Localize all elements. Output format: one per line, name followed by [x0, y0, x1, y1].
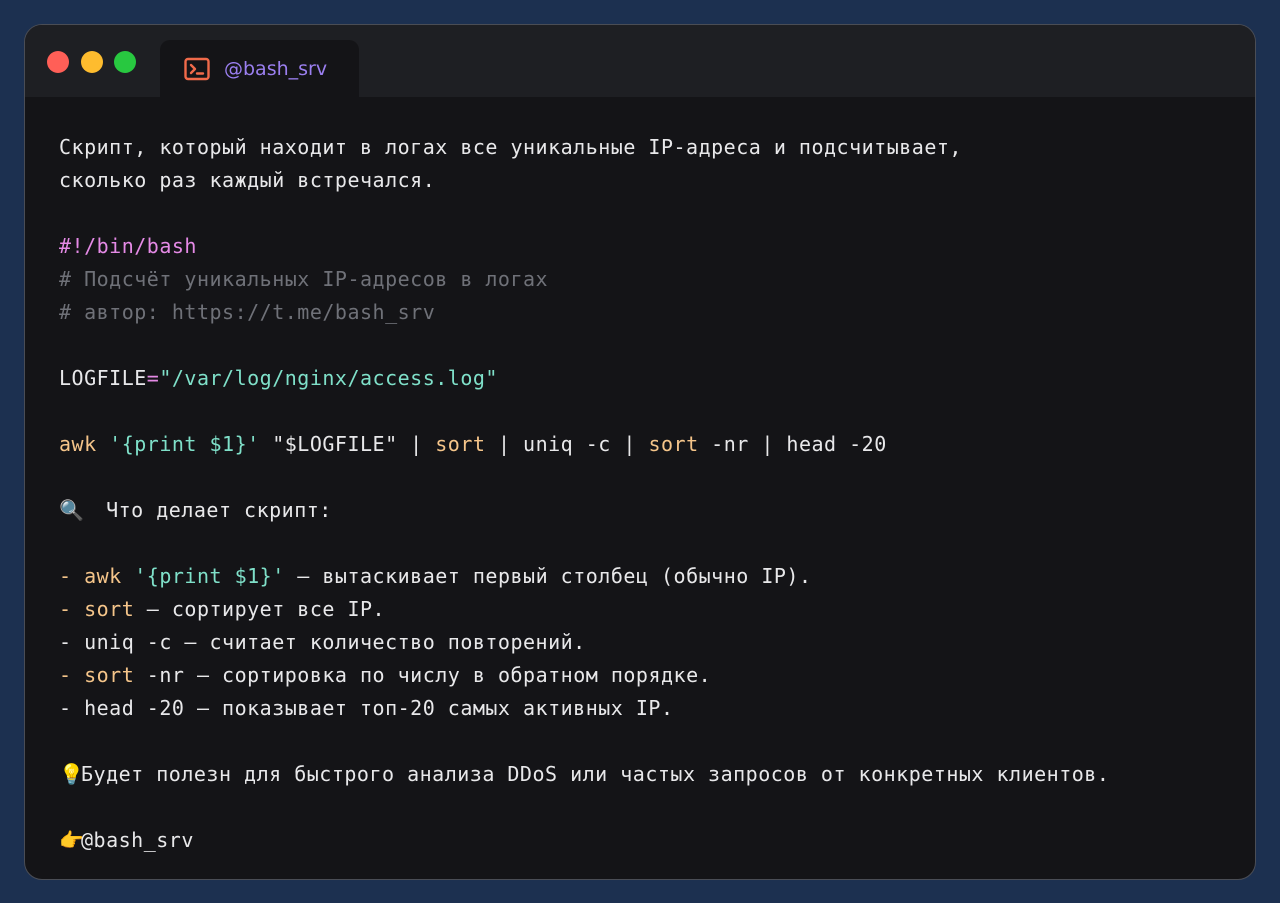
terminal-icon — [184, 57, 210, 81]
maximize-window-button[interactable] — [114, 51, 136, 73]
cmd-awk-arg: '{print $1}' — [96, 432, 260, 456]
bullet-awk-text: — вытаскивает первый столбец (обычно IP)… — [284, 564, 812, 588]
bullet-awk-cmd: awk — [84, 564, 122, 588]
bullet-uniq: - uniq -c — считает количество повторени… — [59, 630, 586, 654]
bullet-sort-nr-text: -nr — сортировка по числу в обратном пор… — [134, 663, 712, 687]
what-heading-line: 🔍 Что делает скрипт: — [59, 494, 1255, 527]
cmd-uniq: | uniq -c | — [485, 432, 649, 456]
tip-text: Будет полезн для быстрого анализа DDoS и… — [81, 762, 1110, 786]
magnifier-icon: 🔍 — [59, 498, 85, 522]
bullet-sort-cmd: sort — [84, 597, 135, 621]
bullet-sort: - sort — сортирует все IP. — [59, 593, 1255, 626]
code-logfile-assignment: LOGFILE="/var/log/nginx/access.log" — [59, 362, 1255, 395]
cmd-awk: awk — [59, 432, 97, 456]
footer-handle[interactable]: @bash_srv — [81, 828, 194, 852]
bullet-dash: - — [59, 564, 85, 588]
logfile-var: LOGFILE — [59, 366, 147, 390]
pointing-hand-icon: 👉 — [59, 828, 85, 852]
intro-text-line-2: сколько раз каждый встречался. — [59, 168, 436, 192]
footer-line: 👉@bash_srv — [59, 824, 1255, 857]
code-comment-2: # автор: https://t.me/bash_srv — [59, 300, 436, 324]
cmd-tail: -nr | head -20 — [698, 432, 887, 456]
cmd-logfile-ref: "$LOGFILE" | — [259, 432, 436, 456]
tip-line: 💡Будет полезн для быстрого анализа DDoS … — [59, 758, 1255, 791]
title-bar: @bash_srv — [25, 25, 1255, 97]
bullet-head: - head -20 — показывает топ-20 самых акт… — [59, 696, 674, 720]
logfile-value: "/var/log/nginx/access.log" — [159, 366, 498, 390]
code-shebang: #!/bin/bash — [59, 234, 197, 258]
cmd-sort-1: sort — [435, 432, 486, 456]
cmd-sort-2: sort — [648, 432, 699, 456]
code-comment-1: # Подсчёт уникальных IP-адресов в логах — [59, 267, 549, 291]
intro-text-line-1: Скрипт, который находит в логах все уник… — [59, 135, 962, 159]
terminal-window: @bash_srv Скрипт, который находит в лога… — [24, 24, 1256, 880]
bullet-sort-nr: - sort -nr — сортировка по числу в обрат… — [59, 659, 1255, 692]
post-content: Скрипт, который находит в логах все уник… — [59, 131, 1255, 857]
bullet-sort-text: — сортирует все IP. — [134, 597, 386, 621]
what-heading: Что делает скрипт: — [106, 498, 332, 522]
tab-bash-srv[interactable]: @bash_srv — [160, 40, 359, 97]
bullet-awk: - awk '{print $1}' — вытаскивает первый … — [59, 560, 1255, 593]
close-window-button[interactable] — [47, 51, 69, 73]
tab-label: @bash_srv — [224, 58, 328, 80]
minimize-window-button[interactable] — [81, 51, 103, 73]
bullet-awk-arg: '{print $1}' — [121, 564, 285, 588]
lightbulb-icon: 💡 — [59, 762, 85, 786]
bullet-dash: - — [59, 597, 85, 621]
bullet-dash: - — [59, 663, 85, 687]
code-command-pipeline: awk '{print $1}' "$LOGFILE" | sort | uni… — [59, 428, 1255, 461]
bullet-sort-nr-cmd: sort — [84, 663, 135, 687]
logfile-eq: = — [146, 366, 160, 390]
